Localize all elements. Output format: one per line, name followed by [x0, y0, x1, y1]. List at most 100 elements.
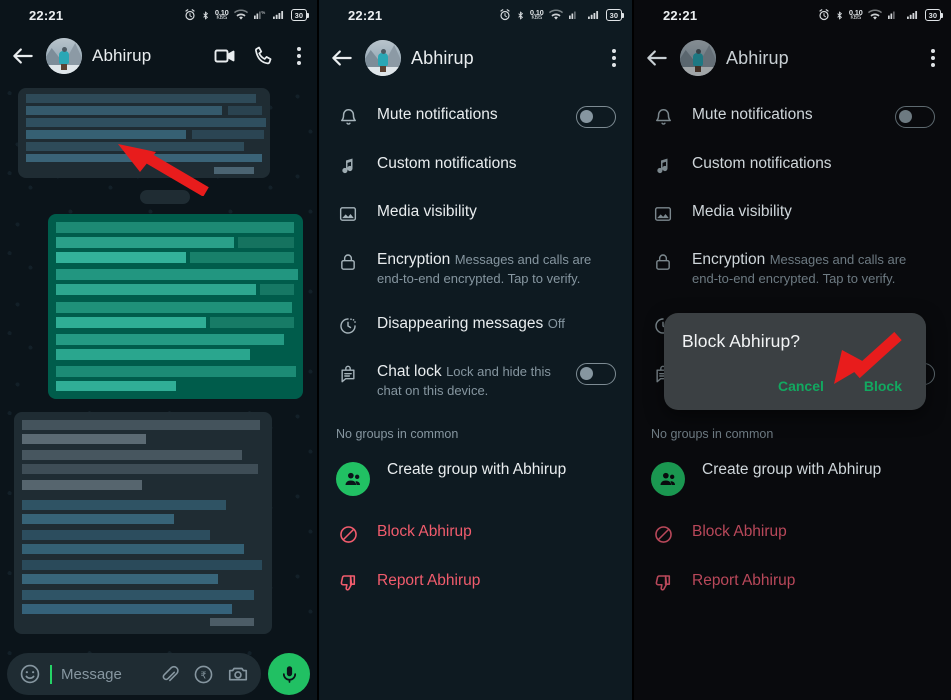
action-block-contact[interactable]: Block Abhirup [319, 509, 632, 558]
back-arrow-icon[interactable] [329, 45, 355, 71]
action-report-contact[interactable]: Report Abhirup [634, 558, 951, 607]
dialog-title: Block Abhirup? [682, 331, 801, 351]
block-button[interactable]: Block [862, 374, 904, 398]
section-header-groups-in-common: No groups in common [651, 427, 774, 441]
bluetooth-icon [837, 10, 842, 20]
settings-row-media-visibility[interactable]: Media visibility [319, 189, 632, 237]
settings-row-label: Custom notifications [692, 155, 832, 172]
message-input-pill[interactable]: Message ₹ [7, 653, 261, 695]
network-speed-icon: 0.10 KB/S [214, 7, 229, 22]
network-speed-icon: 0.10 KB/S [529, 7, 544, 22]
bell-icon [336, 105, 360, 128]
message-bubble-outgoing[interactable] [48, 214, 303, 399]
settings-row-encryption[interactable]: Encryption Messages and calls are end-to… [319, 237, 632, 301]
action-label: Create group with Abhirup [702, 461, 882, 478]
svg-text:%: % [261, 10, 265, 15]
sim-signal-icon: % [253, 10, 265, 19]
section-header-groups-in-common: No groups in common [336, 427, 459, 441]
emoji-icon[interactable] [19, 663, 41, 685]
panel-block-confirm-dialog: 22:21 0.10 KB/S 30 Abhirup Mute notifica… [634, 0, 951, 700]
avatar[interactable] [365, 40, 401, 76]
page-title[interactable]: Abhirup [92, 46, 151, 66]
bluetooth-icon [203, 10, 208, 20]
camera-icon[interactable] [227, 663, 249, 685]
video-call-icon[interactable] [213, 44, 237, 68]
create-group-icon [651, 460, 685, 496]
overflow-menu-icon[interactable] [925, 45, 937, 71]
mute-notifications-toggle[interactable] [895, 106, 935, 128]
message-composer: Message ₹ [0, 648, 317, 700]
lock-icon [651, 250, 675, 272]
contact-info-app-bar: Abhirup [319, 30, 632, 86]
settings-row-label: Chat lock [377, 363, 442, 380]
action-block-contact[interactable]: Block Abhirup [634, 509, 951, 558]
cancel-button[interactable]: Cancel [776, 374, 826, 398]
status-bar: 22:21 0.10 KB/S 30 [319, 0, 632, 30]
voice-record-button[interactable] [268, 653, 310, 695]
message-bubble-incoming[interactable] [14, 412, 272, 634]
contact-info-app-bar: Abhirup [634, 30, 951, 86]
cellular-signal-icon [272, 11, 283, 19]
sim-signal-icon [887, 11, 895, 19]
settings-row-chat-lock[interactable]: Chat lock Lock and hide this chat on thi… [319, 349, 632, 413]
report-icon [651, 571, 675, 594]
panel-chat-screen: 22:21 0.10 KB/S % 30 Abhirup Message ₹ [0, 0, 317, 700]
create-group-icon [336, 460, 370, 496]
avatar[interactable] [680, 40, 716, 76]
status-bar-clock: 22:21 [663, 7, 698, 23]
action-label: Create group with Abhirup [387, 461, 567, 478]
cellular-signal-icon [906, 11, 917, 19]
image-icon [336, 202, 360, 224]
page-title: Abhirup [411, 47, 474, 68]
settings-row-media-visibility[interactable]: Media visibility [634, 189, 951, 237]
bluetooth-icon [518, 10, 523, 20]
overflow-menu-icon[interactable] [606, 45, 618, 71]
chat-lock-icon [336, 362, 360, 384]
settings-row-custom-notifications[interactable]: Custom notifications [319, 141, 632, 189]
contact-settings-list: Mute notifications Custom notifications … [319, 86, 632, 607]
chat-lock-toggle[interactable] [576, 363, 616, 385]
block-icon [651, 522, 675, 545]
music-note-icon [336, 154, 360, 176]
wifi-icon [548, 9, 563, 20]
wifi-icon [233, 9, 248, 20]
chat-app-bar: Abhirup [0, 30, 317, 82]
back-arrow-icon[interactable] [644, 45, 670, 71]
alarm-icon [819, 9, 829, 21]
settings-row-label: Encryption [692, 251, 766, 268]
text-cursor [50, 664, 52, 684]
settings-row-custom-notifications[interactable]: Custom notifications [634, 141, 951, 189]
mute-notifications-toggle[interactable] [576, 106, 616, 128]
settings-row-encryption[interactable]: Encryption Messages and calls are end-to… [634, 237, 951, 301]
status-bar-clock: 22:21 [348, 7, 383, 23]
rupee-payment-icon[interactable]: ₹ [193, 664, 214, 685]
page-title: Abhirup [726, 47, 789, 68]
settings-row-label: Encryption [377, 251, 451, 268]
block-icon [336, 522, 360, 545]
overflow-menu-icon[interactable] [291, 43, 303, 69]
image-icon [651, 202, 675, 224]
settings-row-mute-notifications[interactable]: Mute notifications [634, 92, 951, 141]
action-report-contact[interactable]: Report Abhirup [319, 558, 632, 607]
day-divider-chip [140, 190, 190, 204]
status-bar: 22:21 0.10 KB/S % 30 [0, 0, 317, 30]
action-create-group[interactable]: Create group with Abhirup [319, 447, 632, 509]
microphone-icon [282, 665, 296, 683]
settings-row-disappearing-messages[interactable]: Disappearing messages Off [319, 301, 632, 349]
attachment-clip-icon[interactable] [159, 664, 180, 685]
sim-signal-icon [568, 11, 576, 19]
message-input-placeholder[interactable]: Message [61, 666, 150, 683]
panel-contact-info: 22:21 0.10 KB/S 30 Abhirup Mute notifica… [317, 0, 634, 700]
action-create-group[interactable]: Create group with Abhirup [634, 447, 951, 509]
message-bubble-incoming[interactable] [18, 88, 270, 178]
action-label: Block Abhirup [692, 523, 787, 540]
timer-icon [336, 314, 360, 336]
wifi-icon [867, 9, 882, 20]
back-arrow-icon[interactable] [10, 43, 36, 69]
avatar[interactable] [46, 38, 82, 74]
settings-row-mute-notifications[interactable]: Mute notifications [319, 92, 632, 141]
three-panel-screenshot-strip: 22:21 0.10 KB/S % 30 Abhirup Message ₹ 2… [0, 0, 951, 700]
voice-call-icon[interactable] [253, 45, 275, 67]
battery-icon: 30 [924, 9, 944, 21]
status-bar: 22:21 0.10 KB/S 30 [634, 0, 951, 30]
